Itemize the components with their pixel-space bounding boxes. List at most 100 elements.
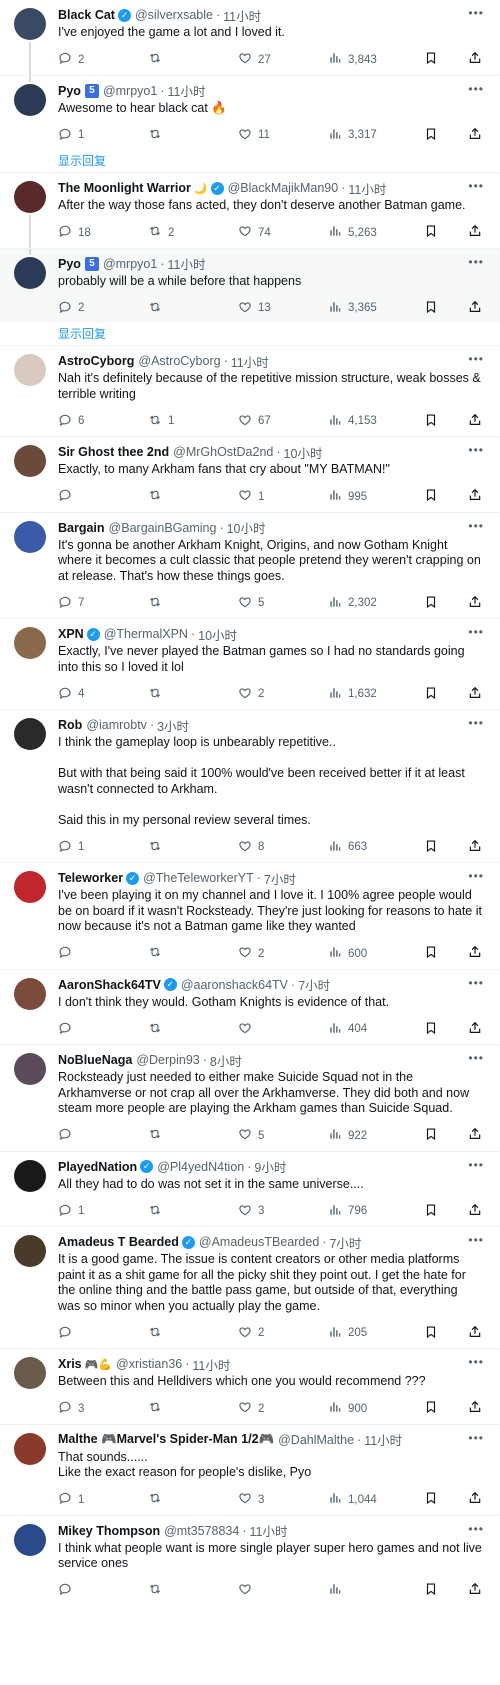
like-button[interactable]: 3 [238, 1203, 328, 1220]
avatar[interactable] [14, 181, 46, 213]
avatar[interactable] [14, 1432, 46, 1465]
like-button[interactable] [238, 1582, 328, 1599]
views-button[interactable] [328, 1582, 423, 1599]
show-replies-link[interactable]: 显示回复 [0, 323, 500, 346]
tweet[interactable]: ••• Mikey Thompson @mt3578834 · 11小时 I think … [0, 1516, 500, 1606]
handle[interactable]: @Pl4yedN4tion [157, 1160, 244, 1174]
retweet-button[interactable] [148, 1491, 238, 1508]
bookmark-button[interactable] [424, 595, 438, 612]
handle[interactable]: @TheTeleworkerYT [143, 871, 254, 885]
avatar[interactable] [14, 354, 46, 386]
tweet[interactable]: ••• PlayedNation ✓ @Pl4yedN4tion · 9小时 All the… [0, 1152, 500, 1227]
handle[interactable]: @Derpin93 [136, 1053, 199, 1067]
reply-button[interactable]: 1 [58, 1203, 148, 1220]
more-options-icon[interactable]: ••• [468, 976, 484, 990]
avatar[interactable] [14, 83, 46, 116]
views-button[interactable]: 3,843 [328, 51, 423, 68]
like-button[interactable]: 27 [238, 51, 328, 68]
views-button[interactable]: 1,632 [328, 686, 423, 703]
tweet[interactable]: ••• Bargain @BargainBGaming · 10小时 It's gonna… [0, 513, 500, 619]
more-options-icon[interactable]: ••• [468, 1051, 484, 1065]
views-button[interactable]: 4,153 [328, 413, 423, 430]
views-button[interactable]: 600 [328, 945, 423, 962]
handle[interactable]: @BargainBGaming [109, 521, 217, 535]
like-button[interactable] [238, 1021, 328, 1038]
like-button[interactable]: 67 [238, 413, 328, 430]
bookmark-button[interactable] [424, 1491, 438, 1508]
bookmark-button[interactable] [424, 1127, 438, 1144]
avatar[interactable] [14, 8, 46, 40]
views-button[interactable]: 1,044 [328, 1491, 423, 1508]
timestamp[interactable]: 8小时 [210, 1051, 242, 1069]
retweet-button[interactable] [148, 839, 238, 856]
display-name[interactable]: Xris [58, 1357, 82, 1371]
handle[interactable]: @BlackMajikMan90 [228, 181, 339, 195]
tweet[interactable]: ••• Malthe 🎮Marvel's Spider-Man 1/2🎮 @Dahl… [0, 1425, 500, 1516]
share-button[interactable] [468, 300, 482, 317]
share-button[interactable] [468, 1203, 482, 1220]
share-button[interactable] [468, 1400, 482, 1417]
reply-button[interactable]: 4 [58, 686, 148, 703]
tweet[interactable]: ••• NoBlueNaga @Derpin93 · 8小时 Rocksteady jus… [0, 1045, 500, 1152]
timestamp[interactable]: 11小时 [250, 1522, 288, 1540]
views-button[interactable]: 3,317 [328, 127, 423, 144]
like-button[interactable]: 1 [238, 488, 328, 505]
share-button[interactable] [468, 945, 482, 962]
display-name[interactable]: Pyo [58, 257, 81, 271]
views-button[interactable]: 922 [328, 1127, 423, 1144]
bookmark-button[interactable] [424, 839, 438, 856]
timestamp[interactable]: 11小时 [167, 255, 205, 273]
bookmark-button[interactable] [424, 51, 438, 68]
more-options-icon[interactable]: ••• [468, 82, 484, 96]
avatar[interactable] [14, 718, 46, 750]
reply-button[interactable] [58, 945, 148, 962]
like-button[interactable]: 13 [238, 300, 328, 317]
like-button[interactable]: 5 [238, 1127, 328, 1144]
more-options-icon[interactable]: ••• [468, 1233, 484, 1247]
like-button[interactable]: 2 [238, 1400, 328, 1417]
reply-button[interactable]: 1 [58, 1491, 148, 1508]
bookmark-button[interactable] [424, 686, 438, 703]
reply-button[interactable]: 3 [58, 1400, 148, 1417]
avatar[interactable] [14, 1235, 46, 1267]
timestamp[interactable]: 11小时 [223, 6, 261, 24]
reply-button[interactable] [58, 1127, 148, 1144]
more-options-icon[interactable]: ••• [468, 255, 484, 269]
timestamp[interactable]: 10小时 [198, 625, 237, 643]
timestamp[interactable]: 10小时 [227, 519, 266, 537]
reply-button[interactable]: 2 [58, 51, 148, 68]
more-options-icon[interactable]: ••• [468, 6, 484, 20]
reply-button[interactable]: 7 [58, 595, 148, 612]
like-button[interactable]: 3 [238, 1491, 328, 1508]
display-name[interactable]: The Moonlight Warrior [58, 181, 191, 195]
avatar[interactable] [14, 1159, 46, 1192]
views-button[interactable]: 404 [328, 1021, 423, 1038]
tweet[interactable]: ••• AaronShack64TV ✓ @aaronshack64TV · 7小时 I d… [0, 970, 500, 1045]
avatar[interactable] [14, 1053, 46, 1085]
tweet[interactable]: ••• AstroCyborg @AstroCyborg · 11小时 Nah it's … [0, 346, 500, 437]
retweet-button[interactable]: 2 [148, 224, 238, 241]
reply-button[interactable] [58, 1582, 148, 1599]
retweet-button[interactable] [148, 127, 238, 144]
handle[interactable]: @AstroCyborg [138, 354, 220, 368]
avatar[interactable] [14, 445, 46, 477]
more-options-icon[interactable]: ••• [468, 1158, 484, 1172]
tweet[interactable]: ••• The Moonlight Warrior 🌙 ✓ @BlackMajikMan… [0, 173, 500, 249]
timestamp[interactable]: 11小时 [167, 82, 205, 100]
bookmark-button[interactable] [424, 488, 438, 505]
display-name[interactable]: AstroCyborg [58, 354, 134, 368]
views-button[interactable]: 3,365 [328, 300, 423, 317]
reply-button[interactable]: 6 [58, 413, 148, 430]
display-name[interactable]: Mikey Thompson [58, 1524, 160, 1538]
retweet-button[interactable] [148, 686, 238, 703]
display-name[interactable]: XPN [58, 627, 84, 641]
timestamp[interactable]: 7小时 [264, 869, 296, 887]
display-name[interactable]: Amadeus T Bearded [58, 1235, 179, 1249]
handle[interactable]: @xristian36 [116, 1357, 182, 1371]
reply-button[interactable]: 18 [58, 224, 148, 241]
share-button[interactable] [468, 1021, 482, 1038]
timestamp[interactable]: 7小时 [329, 1233, 361, 1251]
more-options-icon[interactable]: ••• [468, 869, 484, 883]
retweet-button[interactable] [148, 1021, 238, 1038]
share-button[interactable] [468, 839, 482, 856]
